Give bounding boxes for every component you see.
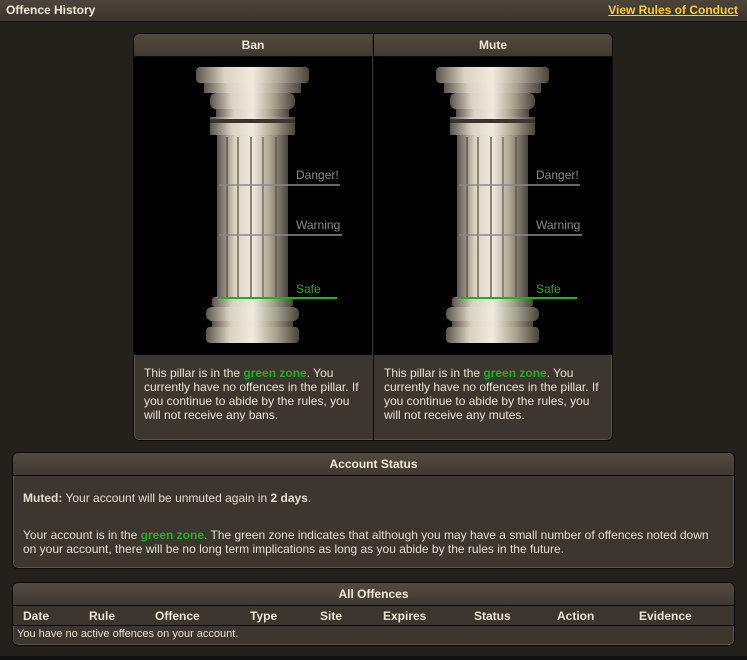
green-zone-text: green zone	[243, 366, 307, 380]
pillar-graphic	[436, 67, 582, 343]
safe-label: Safe	[536, 282, 561, 296]
offences-table: Date Rule Offence Type Site Expires Stat…	[13, 606, 734, 640]
pillars-panel: Ban Danger! Warning Safe This pillar is …	[133, 33, 613, 441]
column-header-offence: Offence	[155, 606, 250, 626]
mute-pillar-column: Mute Danger! Warning Safe This pillar is…	[373, 34, 612, 440]
zone-explanation: Your account is in the green zone. The g…	[23, 528, 709, 556]
table-header-row: Date Rule Offence Type Site Expires Stat…	[13, 606, 734, 626]
all-offences-header: All Offences	[13, 583, 734, 606]
view-rules-link[interactable]: View Rules of Conduct	[608, 3, 738, 17]
column-header-evidence: Evidence	[639, 606, 734, 626]
mute-pillar-image: Danger! Warning Safe	[374, 57, 612, 355]
mute-duration: 2 days	[270, 491, 308, 505]
warning-label: Warning	[536, 218, 581, 232]
column-header-status: Status	[474, 606, 557, 626]
ban-pillar-description: This pillar is in the green zone. You cu…	[144, 366, 359, 422]
warning-label: Warning	[296, 218, 341, 232]
page-title: Offence History	[6, 3, 96, 17]
safe-label: Safe	[296, 282, 321, 296]
muted-status: Muted: Your account will be unmuted agai…	[23, 491, 312, 505]
danger-label: Danger!	[296, 168, 339, 182]
bottom-edge	[0, 656, 747, 660]
green-zone-text: green zone	[483, 366, 547, 380]
column-header-type: Type	[250, 606, 320, 626]
ban-pillar-column: Ban Danger! Warning Safe This pillar is …	[134, 34, 372, 440]
account-status-panel: Account Status Muted: Your account will …	[12, 452, 735, 569]
pillar-graphic	[196, 67, 342, 343]
green-zone-text: green zone	[140, 528, 204, 542]
danger-label: Danger!	[536, 168, 579, 182]
column-header-action: Action	[557, 606, 639, 626]
all-offences-panel: All Offences Date Rule Offence Type Site…	[12, 582, 735, 646]
mute-pillar-header: Mute	[374, 34, 612, 57]
ban-pillar-header: Ban	[134, 34, 372, 57]
column-header-site: Site	[320, 606, 383, 626]
column-header-date: Date	[13, 606, 89, 626]
column-header-expires: Expires	[383, 606, 474, 626]
header-bar: Offence History View Rules of Conduct	[0, 0, 747, 22]
mute-pillar-description: This pillar is in the green zone. You cu…	[384, 366, 599, 422]
empty-offences-message: You have no active offences on your acco…	[17, 628, 239, 640]
account-status-header: Account Status	[13, 453, 734, 476]
ban-pillar-image: Danger! Warning Safe	[134, 57, 372, 355]
table-row: You have no active offences on your acco…	[13, 626, 734, 640]
column-header-rule: Rule	[89, 606, 155, 626]
